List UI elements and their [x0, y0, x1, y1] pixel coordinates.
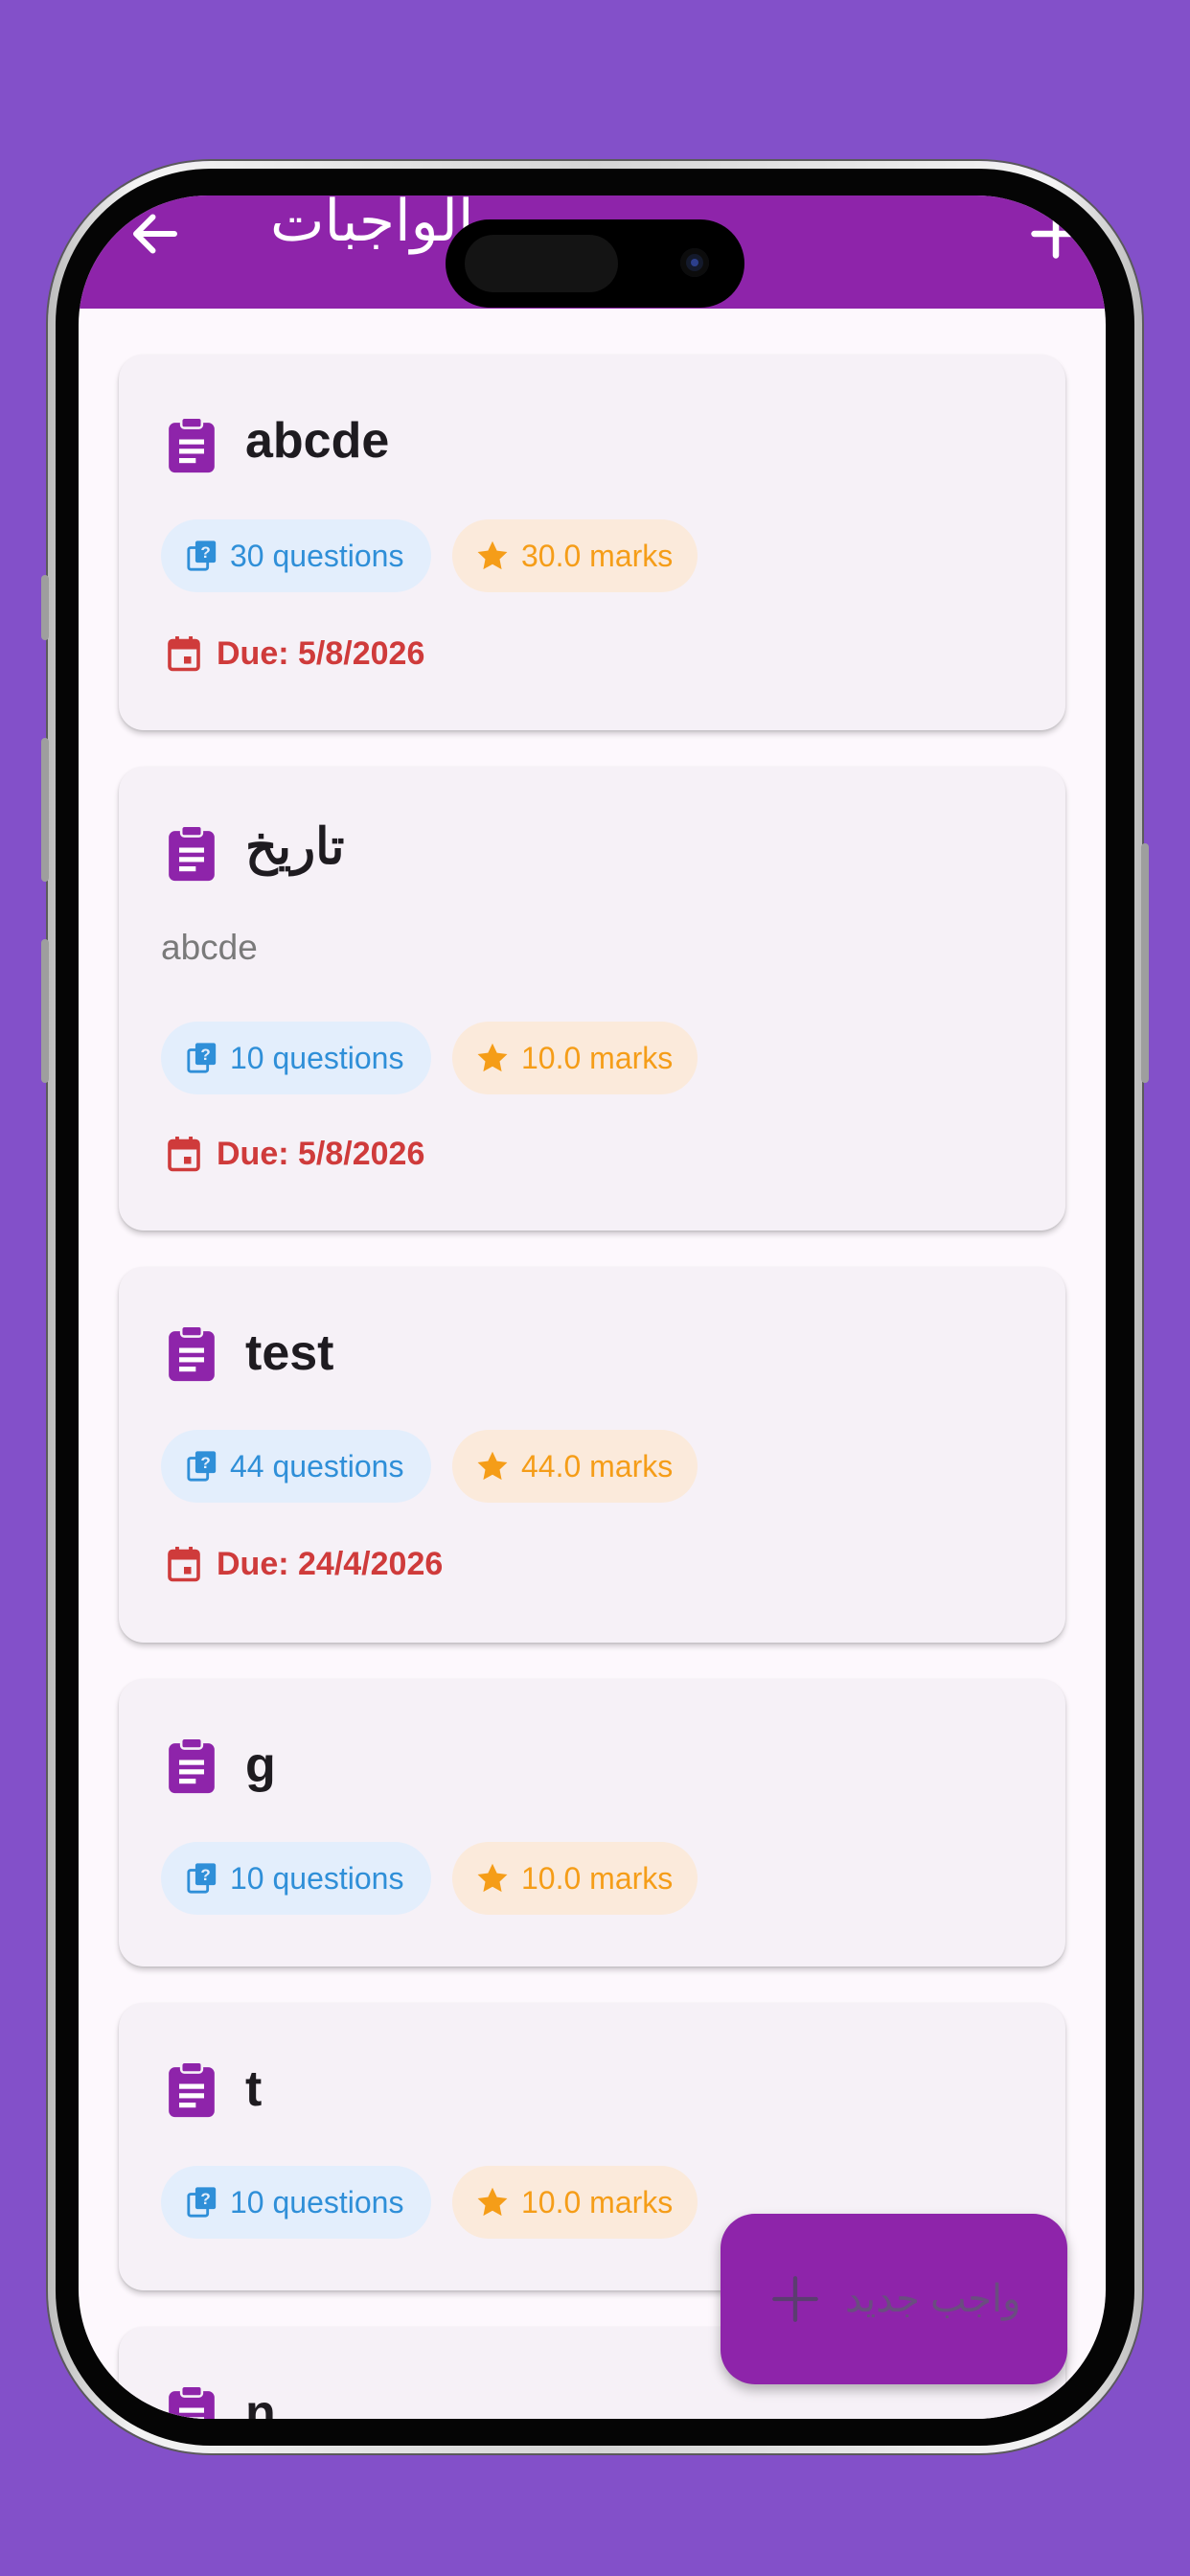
app-screen: abcde ? 30 questions 30.0 marks Due: 5/8…: [79, 196, 1106, 2419]
calendar-icon: [168, 1547, 200, 1582]
calendar-icon: [168, 636, 200, 672]
calendar-icon: [168, 1137, 200, 1172]
quiz-icon: ?: [187, 1863, 217, 1894]
marks-chip: 44.0 marks: [452, 1430, 698, 1503]
marks-count: 30.0 marks: [521, 538, 674, 573]
questions-chip: ? 10 questions: [161, 2166, 431, 2239]
phone-power-button: [1141, 843, 1149, 1083]
assignment-title: abcde: [245, 413, 390, 469]
marks-count: 44.0 marks: [521, 1448, 674, 1484]
phone-volume-up-button: [41, 738, 49, 882]
assignment-description: abcde: [161, 928, 258, 967]
fab-label: واجب جديد: [845, 2278, 1021, 2320]
assignment-title: test: [245, 1325, 334, 1381]
assignment-title: t: [245, 2061, 263, 2117]
marks-chip: 30.0 marks: [452, 519, 698, 592]
phone-action-button: [41, 575, 49, 640]
assignment-title: تاريخ: [245, 819, 345, 875]
clipboard-icon: [169, 2060, 215, 2118]
due-date-label: Due: 5/8/2026: [217, 1135, 425, 1172]
assignment-card[interactable]: abcde ? 30 questions 30.0 marks Due: 5/8…: [119, 355, 1065, 730]
arrow-back-icon[interactable]: [126, 205, 184, 263]
due-date: Due: 24/4/2026: [167, 1545, 443, 1583]
questions-count: 44 questions: [230, 1448, 404, 1484]
dynamic-island: [446, 219, 744, 308]
questions-count: 10 questions: [230, 1040, 404, 1075]
due-date: Due: 5/8/2026: [167, 634, 424, 673]
phone-volume-down-button: [41, 939, 49, 1083]
quiz-icon: ?: [187, 2187, 217, 2218]
star-icon: [477, 1043, 508, 1072]
clipboard-icon: [169, 416, 215, 473]
assignment-card[interactable]: g ? 10 questions 10.0 marks: [119, 1679, 1065, 1966]
marks-chip: 10.0 marks: [452, 1022, 698, 1094]
dynamic-island-sensor: [465, 235, 618, 292]
questions-chip: ? 10 questions: [161, 1842, 431, 1915]
clipboard-icon: [169, 824, 215, 882]
due-date: Due: 5/8/2026: [167, 1135, 424, 1173]
star-icon: [477, 1863, 508, 1893]
clipboard-icon: [169, 1324, 215, 1382]
due-date-label: Due: 5/8/2026: [217, 634, 425, 672]
quiz-icon: ?: [187, 540, 217, 571]
questions-count: 10 questions: [230, 1860, 404, 1896]
quiz-icon: ?: [187, 1043, 217, 1073]
svg-text:?: ?: [200, 1454, 210, 1472]
marks-chip: 10.0 marks: [452, 2166, 698, 2239]
star-icon: [477, 2187, 508, 2217]
svg-text:?: ?: [200, 543, 210, 562]
marks-count: 10.0 marks: [521, 1860, 674, 1896]
quiz-icon: ?: [187, 1451, 217, 1482]
marks-count: 10.0 marks: [521, 1040, 674, 1075]
svg-text:?: ?: [200, 1046, 210, 1064]
add-icon[interactable]: [1027, 205, 1085, 263]
clipboard-icon: [169, 1736, 215, 1794]
marks-chip: 10.0 marks: [452, 1842, 698, 1915]
new-assignment-fab[interactable]: واجب جديد: [721, 2214, 1067, 2384]
questions-count: 10 questions: [230, 2184, 404, 2220]
svg-text:?: ?: [200, 1866, 210, 1884]
front-camera: [680, 248, 709, 277]
questions-count: 30 questions: [230, 538, 404, 573]
star-icon: [477, 1451, 508, 1481]
due-date-label: Due: 24/4/2026: [217, 1545, 444, 1582]
questions-chip: ? 10 questions: [161, 1022, 431, 1094]
svg-text:?: ?: [200, 2190, 210, 2208]
assignment-title: g: [245, 1737, 276, 1793]
assignment-card[interactable]: test ? 44 questions 44.0 marks Due: 24/4…: [119, 1267, 1065, 1643]
star-icon: [477, 540, 508, 570]
assignment-title: n: [245, 2385, 276, 2419]
questions-chip: ? 44 questions: [161, 1430, 431, 1503]
questions-chip: ? 30 questions: [161, 519, 431, 592]
assignment-card[interactable]: تاريخ abcde ? 10 questions 10.0 marks Du…: [119, 767, 1065, 1230]
page-title: الواجبات: [270, 196, 474, 253]
add-icon: [772, 2276, 818, 2322]
marks-count: 10.0 marks: [521, 2184, 674, 2220]
clipboard-icon: [169, 2384, 215, 2419]
